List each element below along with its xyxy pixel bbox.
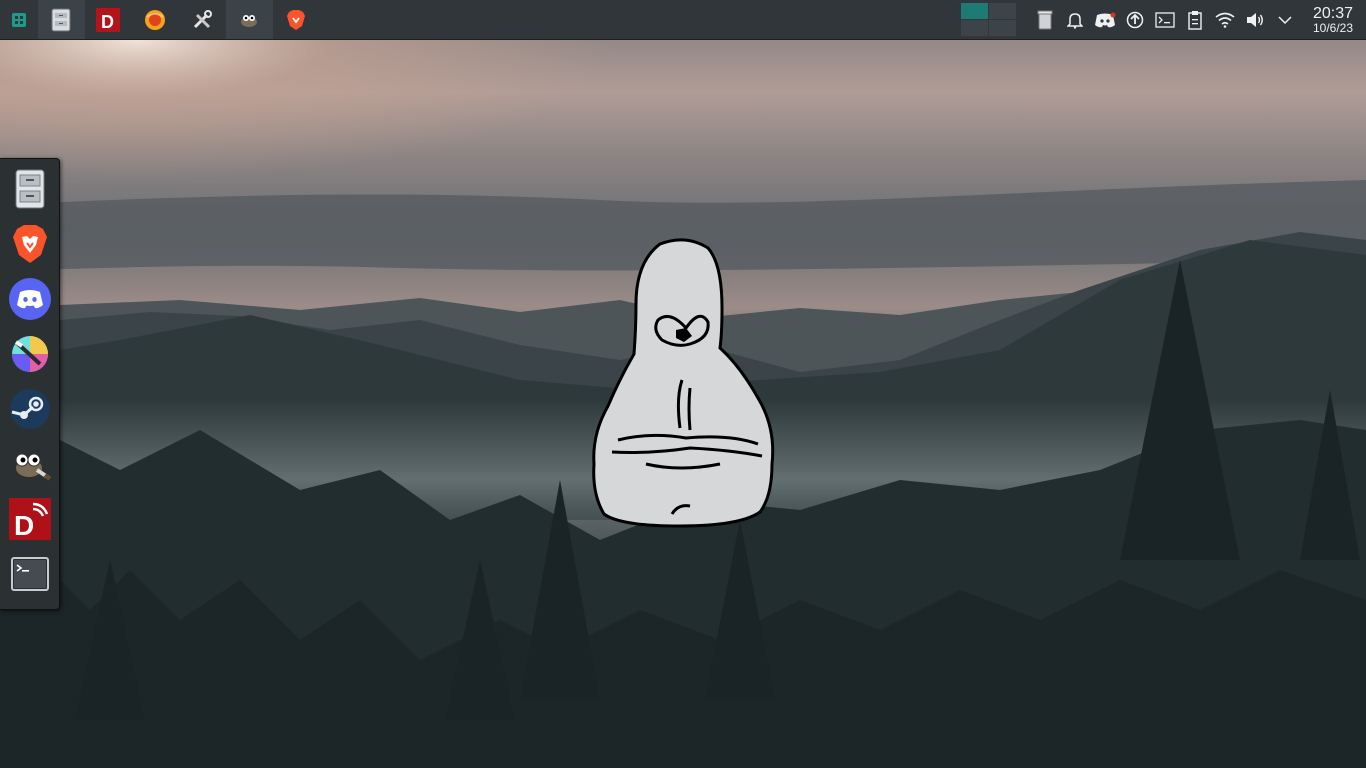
tools-icon bbox=[193, 9, 212, 28]
desktop-4[interactable] bbox=[989, 20, 1016, 36]
terminal-icon bbox=[11, 557, 49, 591]
show-hidden-icons-button[interactable] bbox=[1270, 0, 1300, 39]
discord-icon bbox=[1095, 12, 1116, 27]
desktop-2[interactable] bbox=[989, 3, 1016, 19]
task-gimp[interactable] bbox=[226, 0, 273, 39]
chevron-down-icon bbox=[1278, 15, 1292, 24]
volume-icon bbox=[1247, 12, 1263, 27]
dock-discord[interactable] bbox=[8, 277, 52, 321]
davinci-resolve-icon: D bbox=[9, 498, 51, 540]
notifications-button[interactable] bbox=[1060, 0, 1090, 39]
terminal-icon bbox=[1155, 11, 1175, 28]
clipboard-icon bbox=[1188, 10, 1202, 30]
clipboard-button[interactable] bbox=[1180, 0, 1210, 39]
dock-davinci-resolve[interactable]: D bbox=[8, 497, 52, 541]
dock-steam[interactable] bbox=[8, 387, 52, 431]
task-brave[interactable] bbox=[273, 0, 320, 39]
dock-brave[interactable] bbox=[8, 222, 52, 266]
update-icon bbox=[1126, 11, 1144, 28]
discord-tray-button[interactable] bbox=[1090, 0, 1120, 39]
dock-krita[interactable] bbox=[8, 332, 52, 376]
left-dock: D bbox=[0, 158, 60, 610]
task-davinci-resolve[interactable]: D bbox=[85, 0, 132, 39]
volume-button[interactable] bbox=[1240, 0, 1270, 39]
krita-icon bbox=[12, 336, 48, 372]
task-file-manager[interactable] bbox=[38, 0, 85, 39]
task-browser[interactable] bbox=[132, 0, 179, 39]
clock-time: 20:37 bbox=[1312, 4, 1354, 22]
dock-file-manager[interactable] bbox=[8, 167, 52, 211]
svg-text:D: D bbox=[14, 510, 34, 540]
top-panel: D 20:37 10/6/23 bbox=[0, 0, 1366, 40]
virtual-desktop-pager[interactable] bbox=[961, 3, 1016, 36]
trash-icon bbox=[1037, 10, 1053, 29]
notifications-bell-icon bbox=[1067, 12, 1083, 29]
app-launcher-icon bbox=[11, 12, 26, 27]
orange-globe-icon bbox=[145, 9, 165, 30]
steam-icon bbox=[10, 389, 50, 429]
desktop-3[interactable] bbox=[961, 20, 988, 36]
file-manager-icon bbox=[15, 169, 45, 209]
wifi-icon bbox=[1215, 12, 1235, 28]
davinci-d-icon: D bbox=[96, 7, 120, 32]
discord-icon bbox=[9, 278, 51, 320]
dock-gimp[interactable] bbox=[8, 442, 52, 486]
brave-icon bbox=[13, 225, 47, 263]
desktop-ghost-figure bbox=[592, 238, 775, 528]
file-cabinet-icon bbox=[51, 8, 71, 31]
gimp-icon bbox=[15, 453, 51, 481]
network-button[interactable] bbox=[1210, 0, 1240, 39]
task-system-tools[interactable] bbox=[179, 0, 226, 39]
gimp-icon bbox=[241, 14, 257, 27]
svg-text:D: D bbox=[101, 12, 114, 32]
update-button[interactable] bbox=[1120, 0, 1150, 39]
app-launcher-button[interactable] bbox=[0, 0, 38, 39]
brave-lion-icon bbox=[287, 9, 305, 30]
clock-date: 10/6/23 bbox=[1312, 20, 1354, 35]
desktop-1[interactable] bbox=[961, 3, 988, 19]
system-tray: 20:37 10/6/23 bbox=[961, 0, 1366, 39]
trash-button[interactable] bbox=[1030, 0, 1060, 39]
digital-clock[interactable]: 20:37 10/6/23 bbox=[1300, 0, 1366, 39]
dock-terminal[interactable] bbox=[8, 552, 52, 596]
terminal-tray-button[interactable] bbox=[1150, 0, 1180, 39]
